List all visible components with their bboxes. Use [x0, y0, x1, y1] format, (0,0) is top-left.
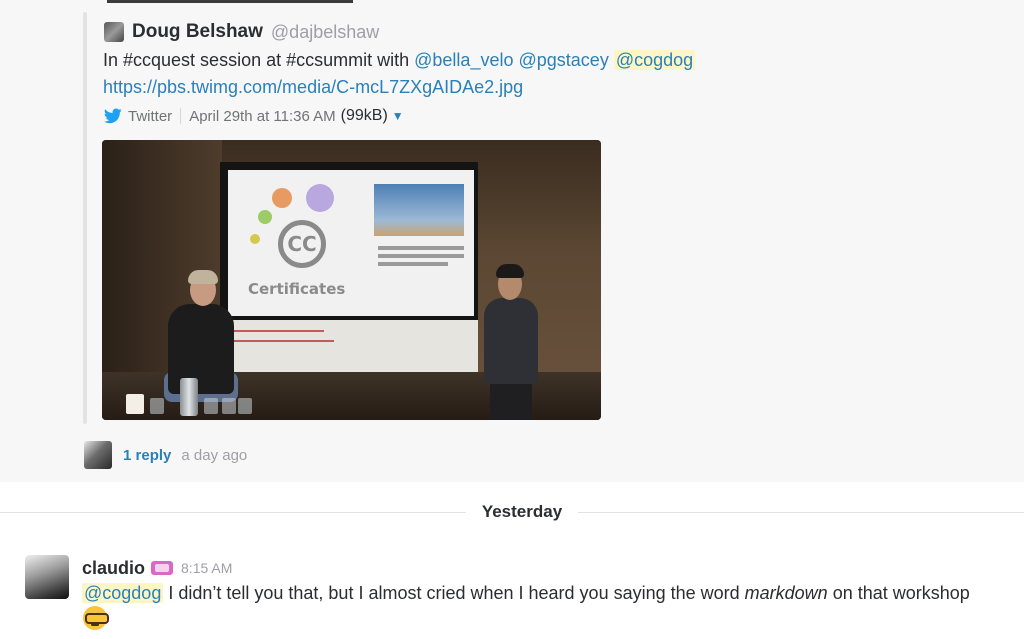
- author-handle[interactable]: @dajbelshaw: [271, 22, 379, 43]
- status-emoji-icon: [151, 561, 174, 575]
- glass: [222, 398, 236, 414]
- mention-link[interactable]: @bella_velo: [414, 50, 513, 70]
- tweet-meta-row: Twitter April 29th at 11:36 AM (99kB) ▼: [104, 104, 404, 128]
- slide-photo: [374, 184, 464, 236]
- tweet-photo[interactable]: CC Certificates: [102, 140, 601, 420]
- meta-separator: [180, 108, 182, 124]
- presenter-left-hair: [188, 270, 218, 284]
- message-timestamp[interactable]: 8:15 AM: [181, 560, 232, 576]
- reply-time: a day ago: [181, 446, 248, 464]
- presenter-right: [484, 298, 538, 384]
- message-emphasis: markdown: [744, 583, 828, 603]
- tweet-text-prefix: In #ccquest session at #ccsummit with: [103, 50, 410, 70]
- slide-circle-orange: [272, 188, 292, 208]
- presenter-left: [168, 304, 234, 394]
- thermos: [180, 378, 198, 416]
- slide-title: Certificates: [248, 280, 346, 298]
- day-divider-line: [0, 512, 466, 513]
- message-header: claudio 8:15 AM: [82, 555, 232, 581]
- user-avatar[interactable]: [25, 555, 69, 599]
- slide-text-line: [378, 262, 448, 266]
- slide-text-line: [378, 254, 464, 258]
- reply-avatar[interactable]: [84, 441, 112, 469]
- slide-circle-green: [258, 210, 272, 224]
- mention-link-highlighted[interactable]: @cogdog: [613, 50, 696, 70]
- day-divider-line: [578, 512, 1024, 513]
- nerd-face-emoji-icon: [83, 606, 109, 630]
- day-divider-label[interactable]: Yesterday: [466, 502, 578, 522]
- whiteboard-scribble: [224, 330, 324, 332]
- author-name[interactable]: Doug Belshaw: [132, 21, 263, 43]
- shared-message-area: Doug Belshaw @dajbelshaw In #ccquest ses…: [0, 0, 1024, 482]
- tweet-author-row: Doug Belshaw @dajbelshaw: [104, 20, 379, 44]
- tweet-source[interactable]: Twitter: [128, 108, 172, 125]
- tweet-timestamp[interactable]: April 29th at 11:36 AM: [189, 108, 335, 125]
- twitter-bird-icon: [104, 108, 122, 124]
- projector-slide: CC Certificates: [228, 170, 474, 316]
- mention-link[interactable]: @pgstacey: [519, 50, 609, 70]
- tweet-image-link[interactable]: https://pbs.twimg.com/media/C-mcL7ZXgAID…: [103, 74, 523, 101]
- username[interactable]: claudio: [82, 558, 145, 579]
- whiteboard: [220, 320, 478, 372]
- glass: [238, 398, 252, 414]
- tweet-text: In #ccquest session at #ccsummit with @b…: [103, 47, 696, 74]
- previous-image-edge: [107, 0, 353, 3]
- whiteboard-scribble: [224, 340, 334, 342]
- chevron-down-icon[interactable]: ▼: [392, 109, 404, 123]
- mention-link-highlighted[interactable]: @cogdog: [82, 583, 164, 603]
- presenter-right-hair: [496, 264, 524, 278]
- glass: [204, 398, 218, 414]
- cc-logo: CC: [278, 220, 326, 268]
- attachment-quote-bar: [83, 12, 87, 424]
- slide-circle-purple: [306, 184, 334, 212]
- message-text-after: on that workshop: [827, 583, 970, 603]
- glass: [150, 398, 164, 414]
- slide-text-line: [378, 246, 464, 250]
- presenter-right-legs: [490, 380, 532, 420]
- slide-circle-yellow: [250, 234, 260, 244]
- author-avatar[interactable]: [104, 22, 124, 42]
- coffee-cup: [126, 394, 144, 414]
- message-text: @cogdog I didn’t tell you that, but I al…: [82, 580, 970, 606]
- reply-count-link[interactable]: 1 reply: [123, 447, 171, 464]
- thread-reply-row[interactable]: 1 reply a day ago: [84, 440, 247, 470]
- message-text-before: I didn’t tell you that, but I almost cri…: [163, 583, 745, 603]
- file-size: (99kB): [340, 107, 388, 124]
